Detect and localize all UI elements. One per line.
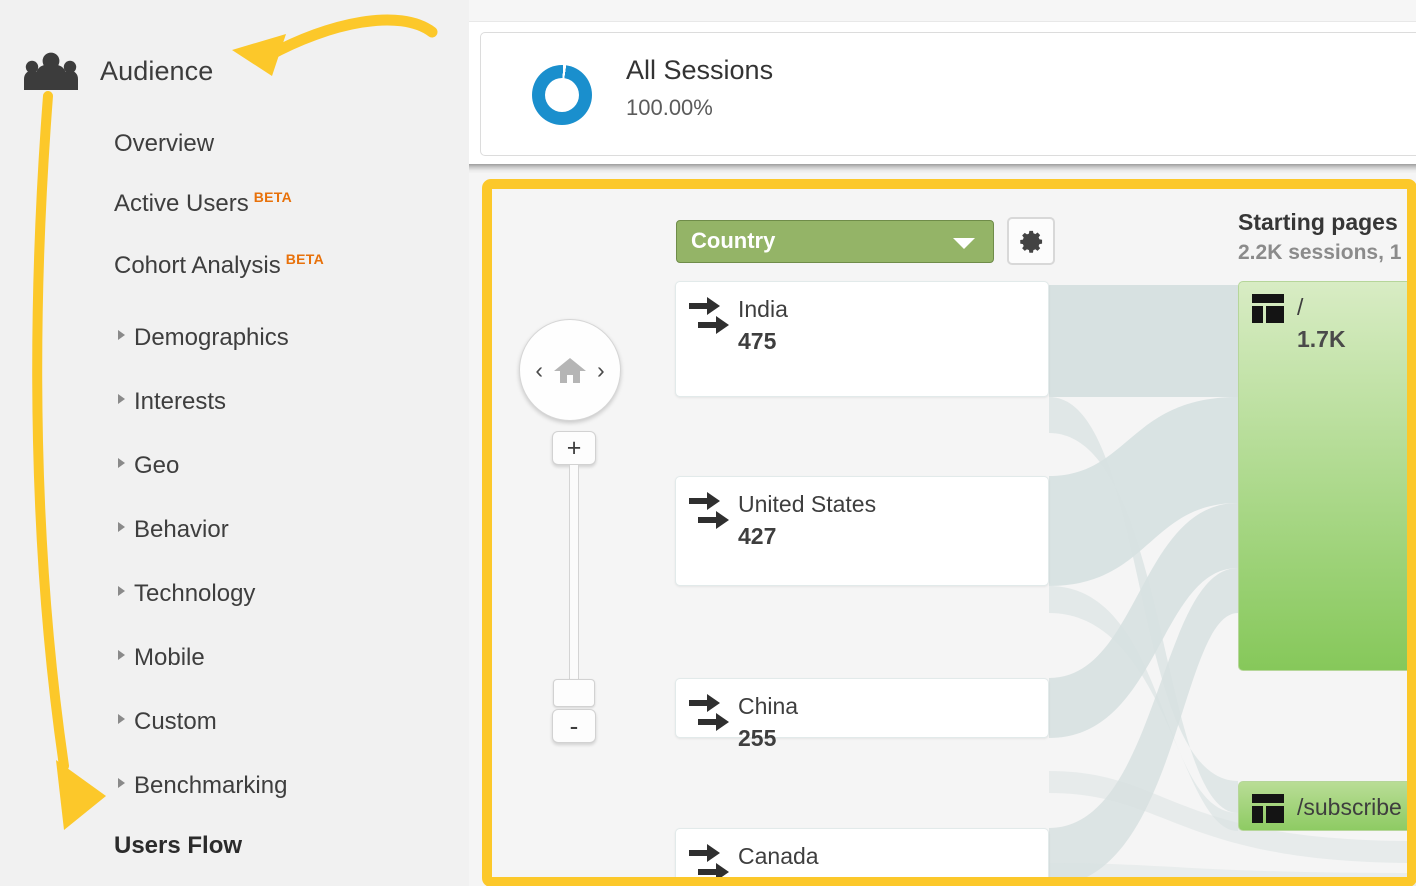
flow-node-label: / <box>1297 294 1304 320</box>
caret-right-icon <box>118 458 125 468</box>
sidebar-item-custom[interactable]: Custom <box>118 708 217 736</box>
flow-node-label: India <box>738 296 788 322</box>
segment-percent: 100.00% <box>626 95 713 120</box>
flow-node-value: 427 <box>738 523 777 549</box>
caret-right-icon <box>118 586 125 596</box>
sidebar-item-label: Users Flow <box>114 832 243 859</box>
chevron-left-icon[interactable]: ‹ <box>535 358 543 382</box>
flow-node-label: China <box>738 693 799 719</box>
zoom-slider-track[interactable] <box>569 465 579 683</box>
segment-donut-icon <box>532 65 592 125</box>
sidebar-item-active-users[interactable]: Active Users BETA <box>114 189 292 218</box>
main-content: All Sessions 100.00% ‹ › + - Country Sta… <box>469 0 1416 886</box>
flow-node-value: 1.7K <box>1297 326 1346 352</box>
segment-title: All Sessions <box>626 55 774 85</box>
flow-node-source[interactable]: Canada 233 <box>675 828 1049 886</box>
flow-node-value: 475 <box>738 328 777 354</box>
double-arrow-icon <box>689 492 729 529</box>
sidebar-item-interests[interactable]: Interests <box>118 388 226 416</box>
gear-icon <box>1019 230 1042 253</box>
sidebar-item-label: Active Users <box>114 190 249 217</box>
sidebar: Audience Overview Active Users BETA Coho… <box>0 0 469 886</box>
sidebar-item-geo[interactable]: Geo <box>118 452 179 480</box>
flow-node-value: 255 <box>738 725 777 751</box>
page-icon <box>1252 294 1284 323</box>
flow-node-value: 200 <box>1297 828 1416 831</box>
right-column-header: Starting pages 2.2K sessions, 1 <box>1238 209 1416 265</box>
users-flow-diagram: ‹ › + - Country Starting pages 2.2K sess… <box>469 173 1416 886</box>
sidebar-item-mobile[interactable]: Mobile <box>118 644 205 672</box>
zoom-out-button[interactable]: - <box>552 709 596 743</box>
divider-shadow <box>469 164 1416 173</box>
flow-home-nav[interactable]: ‹ › <box>519 319 621 421</box>
sidebar-item-technology[interactable]: Technology <box>118 580 255 608</box>
sidebar-item-cohort-analysis[interactable]: Cohort Analysis BETA <box>114 251 325 280</box>
zoom-slider-thumb[interactable] <box>553 679 595 707</box>
dimension-row: Country <box>676 217 1055 265</box>
sidebar-item-benchmarking[interactable]: Benchmarking <box>118 772 287 800</box>
sidebar-item-demographics[interactable]: Demographics <box>118 324 289 352</box>
caret-right-icon <box>118 394 125 404</box>
sidebar-item-behavior[interactable]: Behavior <box>118 516 229 544</box>
sidebar-item-label: Benchmarking <box>134 772 288 799</box>
dimension-select[interactable]: Country <box>676 219 994 263</box>
sidebar-item-label: Cohort Analysis <box>114 252 281 279</box>
flow-node-value: 233 <box>738 877 1048 886</box>
flow-node-page[interactable]: /subscribe 200 <box>1238 781 1416 831</box>
sidebar-section-audience[interactable]: Audience <box>0 44 213 98</box>
segment-card[interactable]: All Sessions 100.00% <box>480 32 1416 156</box>
sidebar-item-label: Interests <box>134 388 227 415</box>
right-column-subtitle: 2.2K sessions, 1 <box>1238 241 1402 264</box>
flow-settings-button[interactable] <box>1007 217 1055 265</box>
caret-right-icon <box>118 650 125 660</box>
flow-node-label: Canada <box>738 843 819 869</box>
sidebar-item-label: Mobile <box>134 644 205 671</box>
caret-right-icon <box>118 714 125 724</box>
flow-node-label: United States <box>738 491 877 517</box>
double-arrow-icon <box>689 694 729 731</box>
sidebar-item-label: Geo <box>134 452 180 479</box>
chevron-down-icon <box>953 237 975 249</box>
beta-badge: BETA <box>285 251 325 267</box>
sidebar-item-label: Overview <box>114 130 215 157</box>
sidebar-section-label: Audience <box>100 55 214 86</box>
sidebar-item-label: Custom <box>134 708 217 735</box>
caret-right-icon <box>118 778 125 788</box>
app-root: Audience Overview Active Users BETA Coho… <box>0 0 1416 886</box>
content-top-strip <box>469 0 1416 22</box>
sidebar-item-label: Demographics <box>134 324 289 351</box>
caret-right-icon <box>118 522 125 532</box>
flow-node-source[interactable]: China 255 <box>675 678 1049 750</box>
zoom-slider[interactable]: + - <box>552 431 600 751</box>
sidebar-item-label: Behavior <box>134 516 229 543</box>
flow-node-page[interactable]: / 1.7K <box>1238 281 1416 671</box>
chevron-right-icon[interactable]: › <box>597 358 605 382</box>
audience-people-icon <box>24 52 78 90</box>
sidebar-item-label: Technology <box>134 580 256 607</box>
flow-node-source[interactable]: India 475 <box>675 281 1049 397</box>
double-arrow-icon <box>689 844 729 881</box>
dimension-select-label: Country <box>691 228 776 253</box>
sidebar-item-overview[interactable]: Overview <box>114 130 214 158</box>
zoom-in-button[interactable]: + <box>552 431 596 465</box>
flow-node-label: /subscribe <box>1297 794 1402 820</box>
page-icon <box>1252 794 1284 823</box>
flow-node-source[interactable]: United States 427 <box>675 476 1049 586</box>
caret-right-icon <box>118 330 125 340</box>
right-column-title: Starting pages <box>1238 209 1398 235</box>
home-icon[interactable] <box>553 356 587 384</box>
double-arrow-icon <box>689 297 729 334</box>
beta-badge: BETA <box>253 189 292 205</box>
sidebar-item-users-flow[interactable]: Users Flow <box>114 832 242 860</box>
